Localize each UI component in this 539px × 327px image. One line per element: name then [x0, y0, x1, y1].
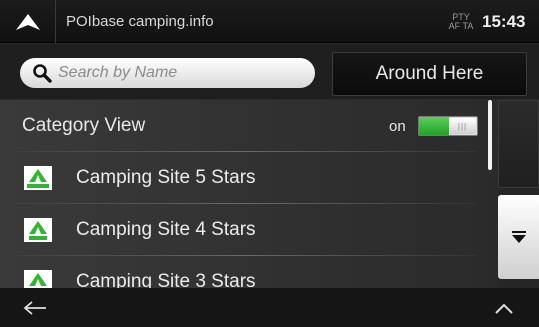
back-button[interactable]: [0, 288, 70, 327]
navigation-arrow-icon[interactable]: [0, 0, 56, 43]
scroll-up-button[interactable]: [469, 288, 539, 327]
scroll-down-button[interactable]: [498, 195, 539, 279]
camping-4-stars-icon: [24, 218, 52, 242]
clock: 15:43: [482, 12, 526, 31]
category-view-label: Category View: [22, 115, 146, 136]
back-arrow-icon: [23, 300, 46, 315]
list-item-camping-5-stars[interactable]: Camping Site 5 Stars: [0, 152, 490, 204]
chevron-up-icon: [495, 303, 513, 314]
status-line-2: AF TA: [448, 21, 474, 31]
category-view-row[interactable]: Category View on |||: [0, 100, 490, 152]
search-icon: [33, 64, 52, 83]
search-box[interactable]: [20, 58, 315, 88]
toggle-state-label: on: [389, 117, 406, 135]
camping-5-stars-icon: [24, 166, 52, 190]
scroll-up-area[interactable]: [498, 100, 539, 188]
top-status-bar: POIbase camping.info PTY AF TA 15:43: [0, 0, 539, 43]
search-input[interactable]: [58, 64, 298, 82]
list-item-camping-4-stars[interactable]: Camping Site 4 Stars: [0, 204, 490, 256]
list-scrollbar[interactable]: [488, 100, 492, 170]
search-row: Around Here: [0, 44, 539, 99]
app-title: POIbase camping.info: [66, 13, 214, 30]
around-here-button[interactable]: Around Here: [332, 52, 527, 96]
list-item-label: Camping Site 5 Stars: [76, 167, 256, 188]
list-item-label: Camping Site 4 Stars: [76, 219, 256, 240]
category-view-toggle[interactable]: |||: [418, 116, 478, 136]
traffic-status-indicator: PTY AF TA: [448, 13, 474, 31]
bottom-bar: [0, 288, 539, 327]
toggle-on-fill: [419, 117, 449, 135]
chevron-down-icon: [511, 231, 526, 243]
poi-category-list: Category View on ||| Camping Site 5 Star…: [0, 100, 490, 294]
toggle-knob[interactable]: |||: [449, 118, 476, 134]
